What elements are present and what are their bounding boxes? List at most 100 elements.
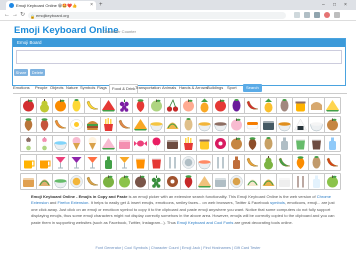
egg-emoji[interactable] [68, 116, 85, 133]
wine-emoji[interactable] [68, 154, 85, 171]
pizza-emoji[interactable] [132, 116, 149, 133]
fish-cake-emoji[interactable] [228, 116, 245, 133]
cocktail-emoji[interactable] [52, 154, 69, 171]
chocolate-emoji[interactable] [164, 135, 181, 152]
doughnut-emoji[interactable] [212, 135, 229, 152]
bread-emoji[interactable] [308, 97, 325, 114]
chopsticks-emoji[interactable] [292, 173, 309, 190]
url-field[interactable]: 🔒 emojikeyboard.org [28, 12, 286, 19]
croissant-emoji[interactable] [244, 154, 261, 171]
carrot-emoji[interactable] [292, 154, 309, 171]
tea-emoji[interactable] [292, 135, 309, 152]
emoji-board-textarea[interactable] [16, 50, 342, 64]
popcorn-emoji[interactable] [180, 135, 197, 152]
tab-animals[interactable]: Animals [162, 83, 176, 93]
banana-emoji[interactable] [84, 97, 101, 114]
pretzel-emoji[interactable] [164, 173, 181, 190]
bowl-spoon-emoji[interactable] [196, 154, 213, 171]
sweet-potato-emoji[interactable] [276, 97, 293, 114]
coconut-emoji[interactable] [132, 173, 149, 190]
tab-nature[interactable]: Nature [66, 83, 78, 93]
forward-icon[interactable]: → [12, 12, 18, 19]
takeout-emoji[interactable] [276, 173, 293, 190]
hot-pepper-emoji[interactable] [244, 97, 261, 114]
profile-avatar-icon[interactable] [324, 12, 330, 18]
pancakes-emoji[interactable] [20, 173, 37, 190]
kiwi-emoji[interactable] [116, 173, 133, 190]
extension-icon[interactable] [304, 12, 310, 18]
tropical-drink-emoji[interactable] [84, 154, 101, 171]
character-counter-link[interactable]: Character Counter [103, 29, 136, 34]
pear-emoji[interactable] [36, 97, 53, 114]
peach-emoji[interactable] [180, 97, 197, 114]
extension-icon[interactable] [314, 12, 320, 18]
clinking-glasses-emoji[interactable] [116, 154, 133, 171]
pie-emoji[interactable] [228, 173, 245, 190]
soft-serve-emoji[interactable] [84, 135, 101, 152]
lemon-emoji[interactable] [68, 97, 85, 114]
fork-knife-emoji[interactable] [164, 154, 181, 171]
baguette-emoji[interactable] [84, 173, 101, 190]
window-close-icon[interactable]: × [344, 1, 347, 9]
curry-emoji[interactable] [276, 116, 293, 133]
tab-symbols[interactable]: Symbols [80, 83, 95, 93]
fried-shrimp-emoji[interactable] [52, 116, 69, 133]
meat-emoji[interactable] [36, 116, 53, 133]
symbols-link[interactable]: symbols [270, 200, 285, 205]
cucumber-emoji[interactable] [276, 154, 293, 171]
tab-flags[interactable]: Flags [97, 83, 107, 93]
ice-cream-emoji[interactable] [68, 135, 85, 152]
firefox-extension-link[interactable]: Firefox Extension [57, 200, 88, 205]
back-icon[interactable]: ← [4, 12, 10, 19]
shaved-ice-emoji[interactable] [52, 135, 69, 152]
tomato-emoji[interactable] [212, 97, 229, 114]
bacon-emoji[interactable] [324, 154, 341, 171]
lollipop-emoji[interactable] [148, 135, 165, 152]
peanuts-emoji[interactable] [260, 135, 277, 152]
poultry-leg-emoji[interactable] [20, 116, 37, 133]
dango-emoji[interactable] [36, 135, 53, 152]
tumbler-emoji[interactable] [132, 154, 149, 171]
champagne-emoji[interactable] [100, 154, 117, 171]
avocado-emoji[interactable] [260, 154, 277, 171]
broccoli-emoji[interactable] [148, 173, 165, 190]
custard-emoji[interactable] [196, 135, 213, 152]
footer-links[interactable]: Font Generator | Cool Symbols | Characte… [0, 246, 356, 250]
rice-cracker-emoji[interactable] [324, 116, 341, 133]
amphora-emoji[interactable] [228, 154, 245, 171]
extension-icon[interactable] [294, 12, 300, 18]
browser-tab[interactable]: Emoji Keyboard Online 😀🤩❤️👍 × [6, 1, 96, 10]
tab-emotions[interactable]: Emotions [13, 83, 30, 93]
reload-icon[interactable]: ↻ [20, 12, 25, 19]
potato-emoji[interactable] [308, 154, 325, 171]
beers-emoji[interactable] [36, 154, 53, 171]
tangerine-emoji[interactable] [52, 97, 69, 114]
cookie-emoji[interactable] [228, 135, 245, 152]
hot-dog-emoji[interactable] [116, 116, 133, 133]
strawberry-emoji[interactable] [132, 97, 149, 114]
eggplant-emoji[interactable] [228, 97, 245, 114]
sake-emoji[interactable] [276, 135, 293, 152]
red-apple-emoji[interactable] [20, 97, 37, 114]
menu-icon[interactable] [334, 12, 340, 18]
sushi-emoji[interactable] [244, 116, 261, 133]
paella-emoji[interactable] [68, 173, 85, 190]
tab-sport[interactable]: Sport [227, 83, 237, 93]
plate-cutlery-emoji[interactable] [180, 154, 197, 171]
tab-hands-arrows[interactable]: Hands & Arrows [179, 83, 208, 93]
tab-food-drink[interactable]: Food & Drink [109, 84, 139, 93]
share-button[interactable]: Share [14, 69, 28, 76]
fries-emoji[interactable] [100, 116, 117, 133]
new-tab-icon[interactable]: + [99, 1, 103, 9]
watermelon-emoji[interactable] [100, 97, 117, 114]
delete-button[interactable]: Delete [30, 69, 45, 76]
minimize-icon[interactable]: – [322, 1, 325, 9]
canned-food-emoji[interactable] [212, 173, 229, 190]
tab-close-icon[interactable]: × [90, 1, 93, 10]
stuffed-flatbread-emoji[interactable] [36, 173, 53, 190]
bento-emoji[interactable] [260, 116, 277, 133]
rice-emoji[interactable] [308, 116, 325, 133]
coffee-emoji[interactable] [308, 135, 325, 152]
fortune-cookie-emoji[interactable] [260, 173, 277, 190]
green-apple-emoji[interactable] [100, 173, 117, 190]
